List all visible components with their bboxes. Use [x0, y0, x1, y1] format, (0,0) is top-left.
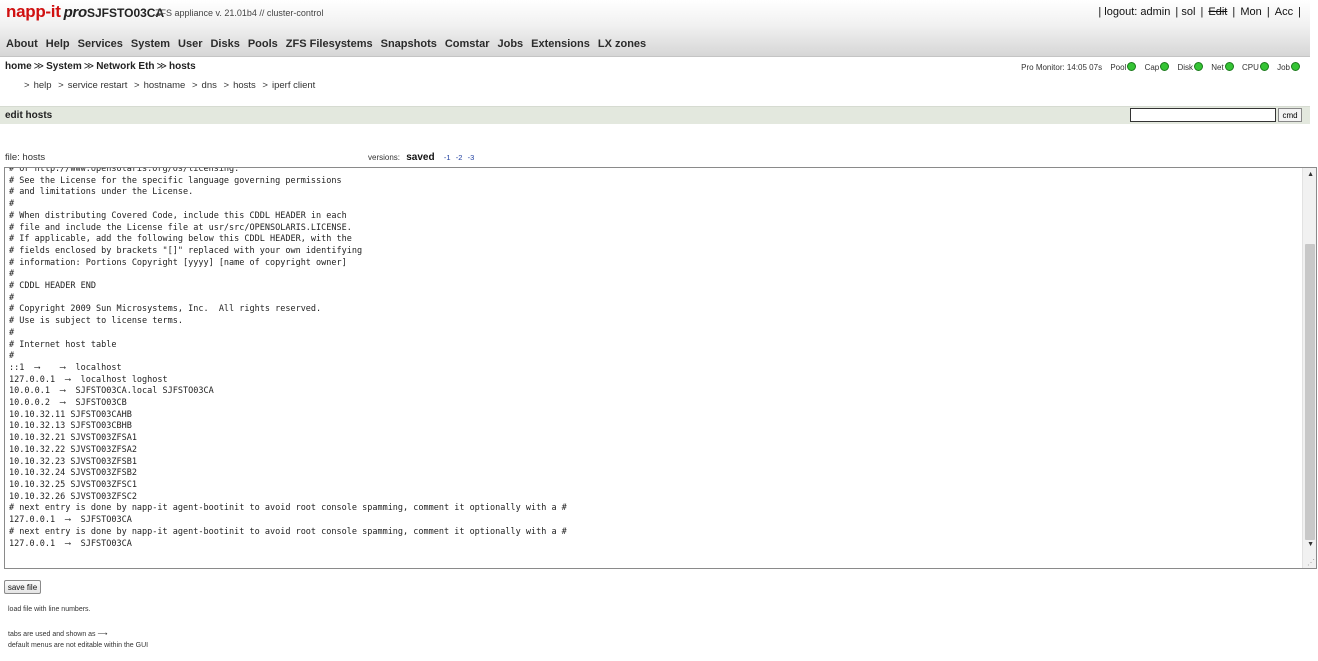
top-link-separator: | — [1298, 6, 1301, 18]
breadcrumb: home ≫ System ≫ Network Eth ≫ hosts — [5, 61, 196, 72]
breadcrumb-network-eth[interactable]: Network Eth — [96, 61, 154, 72]
resize-grip-icon[interactable]: ⋰ — [1307, 558, 1315, 567]
default-menus-note: default menus are not editable within th… — [8, 642, 149, 649]
menu-zfs-filesystems[interactable]: ZFS Filesystems — [286, 38, 373, 50]
submenu-arrow: > — [262, 80, 268, 91]
hostname-label: SJFSTO03CA — [87, 6, 165, 20]
menu-snapshots[interactable]: Snapshots — [381, 38, 437, 50]
cmd-button[interactable]: cmd — [1278, 108, 1302, 122]
app-header: napp-it pro SJFSTO03CA ZFS appliance v. 2… — [0, 0, 1310, 57]
file-editor-textarea[interactable]: # or http://www.opensolaris.org/os/licen… — [4, 167, 1317, 569]
sol-link[interactable]: | sol — [1174, 6, 1196, 18]
version-1-link[interactable]: -1 — [444, 153, 451, 162]
menu-lx-zones[interactable]: LX zones — [598, 38, 646, 50]
load-line-numbers-link[interactable]: load file with line numbers. — [8, 606, 91, 613]
menu-jobs[interactable]: Jobs — [497, 38, 523, 50]
cmd-input[interactable] — [1130, 108, 1276, 122]
breadcrumb-separator: ≫ — [83, 61, 95, 72]
menu-help[interactable]: Help — [46, 38, 70, 50]
submenu-links: > help > service restart > hostname > dns > h… — [20, 80, 315, 91]
submenu-arrow: > — [24, 80, 30, 91]
submenu-iperf-client[interactable]: iperf client — [272, 80, 315, 91]
logout-link[interactable]: | logout: admin — [1097, 6, 1171, 18]
editor-scrollbar[interactable]: ▲ ▼ — [1302, 168, 1316, 568]
menu-system[interactable]: System — [131, 38, 170, 50]
menu-comstar[interactable]: Comstar — [445, 38, 490, 50]
logo-text: napp-it — [6, 2, 61, 21]
tabs-note: tabs are used and shown as ⟶ — [8, 631, 108, 638]
status-dot-icon — [1127, 62, 1137, 71]
scroll-down-arrow-icon[interactable]: ▼ — [1307, 541, 1314, 548]
menu-disks[interactable]: Disks — [210, 38, 239, 50]
monitor-cpu-label: CPU — [1241, 63, 1259, 72]
napp-it-logo[interactable]: napp-it pro — [6, 2, 87, 22]
breadcrumb-hosts[interactable]: hosts — [169, 61, 196, 72]
monitor-net-label: Net — [1211, 63, 1224, 72]
top-link-separator: | — [1200, 6, 1204, 18]
section-title: edit hosts — [5, 110, 53, 121]
menu-extensions[interactable]: Extensions — [531, 38, 590, 50]
status-dot-icon — [1160, 62, 1170, 71]
menu-services[interactable]: Services — [78, 38, 123, 50]
status-dot-icon — [1259, 62, 1269, 71]
versions-bar: versions: saved -1 -2 -3 — [368, 152, 474, 163]
save-file-button[interactable]: save file — [4, 580, 41, 594]
submenu-service-restart[interactable]: service restart — [68, 80, 128, 91]
submenu-arrow: > — [134, 80, 140, 91]
appliance-version: ZFS appliance v. 21.01b4 // cluster-cont… — [155, 8, 324, 18]
menu-about[interactable]: About — [6, 38, 38, 50]
submenu-arrow: > — [223, 80, 230, 91]
monitor-cpu[interactable]: CPU — [1241, 62, 1269, 72]
version-2-link[interactable]: -2 — [456, 153, 463, 162]
status-dot-icon — [1291, 62, 1300, 71]
file-label: file: hosts — [5, 152, 46, 163]
scroll-up-arrow-icon[interactable]: ▲ — [1307, 171, 1314, 178]
status-dot-icon — [1194, 62, 1204, 71]
top-links: | logout: admin | sol | Edit | Mon | Acc… — [1097, 6, 1302, 18]
monitor-disk-label: Disk — [1177, 63, 1194, 72]
monitor-job-label: Job — [1277, 63, 1290, 72]
monitor-time: Pro Monitor: 14:05 07s — [1021, 63, 1103, 72]
top-link-separator: | — [1232, 6, 1236, 18]
monitor-pool-label: Pool — [1110, 63, 1127, 72]
scrollbar-thumb[interactable] — [1305, 244, 1315, 540]
breadcrumb-row: home ≫ System ≫ Network Eth ≫ hosts Pro Monito… — [0, 56, 1310, 76]
monitor-cap[interactable]: Cap — [1144, 62, 1170, 72]
status-dot-icon — [1224, 62, 1234, 71]
mon-link[interactable]: Mon — [1239, 6, 1262, 18]
version-3-link[interactable]: -3 — [468, 153, 475, 162]
submenu-arrow: > — [191, 80, 198, 91]
breadcrumb-system[interactable]: System — [46, 61, 82, 72]
breadcrumb-separator: ≫ — [33, 61, 45, 72]
version-saved-link[interactable]: saved — [406, 152, 434, 163]
monitor-pool[interactable]: Pool — [1110, 62, 1137, 72]
monitor-disk[interactable]: Disk — [1177, 62, 1204, 72]
submenu-dns[interactable]: dns — [202, 80, 217, 91]
submenu-help[interactable]: help — [34, 80, 52, 91]
versions-label: versions: — [368, 153, 401, 162]
submenu-hosts[interactable]: hosts — [233, 80, 256, 91]
top-link-separator: | — [1266, 6, 1270, 18]
logo-suffix: pro — [63, 4, 88, 21]
monitor-cap-label: Cap — [1144, 63, 1160, 72]
submenu-hostname[interactable]: hostname — [144, 80, 186, 91]
monitor-job[interactable]: Job — [1277, 62, 1300, 72]
acc-link[interactable]: Acc — [1274, 6, 1294, 18]
editor-content[interactable]: # or http://www.opensolaris.org/os/licen… — [9, 168, 567, 550]
breadcrumb-home[interactable]: home — [5, 61, 32, 72]
edit-link[interactable]: Edit — [1207, 6, 1228, 18]
monitor-net[interactable]: Net — [1211, 62, 1234, 72]
pro-monitor: Pro Monitor: 14:05 07s Pool Cap Disk Net… — [1021, 62, 1300, 72]
menu-pools[interactable]: Pools — [248, 38, 278, 50]
section-header: edit hosts cmd — [0, 106, 1310, 124]
submenu-arrow: > — [58, 80, 64, 91]
breadcrumb-separator: ≫ — [156, 61, 167, 72]
menu-user[interactable]: User — [178, 38, 202, 50]
main-menu: About Help Services System User Disks Pools ZFS… — [0, 38, 648, 54]
